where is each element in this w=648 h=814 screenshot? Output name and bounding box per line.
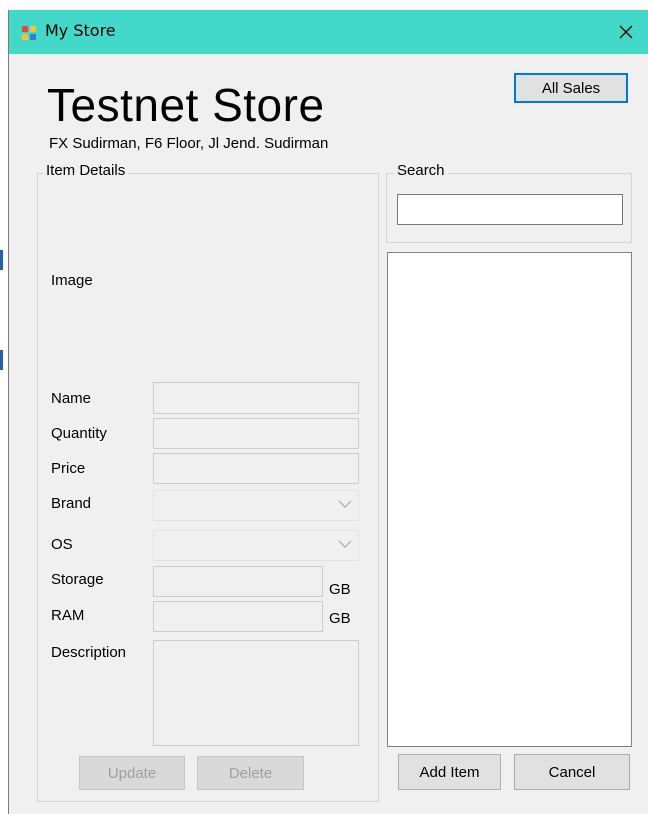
quantity-field[interactable] <box>153 418 359 449</box>
description-field[interactable] <box>153 640 359 746</box>
window-title: My Store <box>45 21 116 40</box>
price-label: Price <box>51 460 86 477</box>
add-item-button[interactable]: Add Item <box>398 754 501 790</box>
ram-label: RAM <box>51 607 85 624</box>
title-bar: My Store <box>9 10 648 54</box>
description-label: Description <box>51 644 127 661</box>
ram-unit: GB <box>329 610 351 627</box>
brand-label: Brand <box>51 495 92 512</box>
left-edge-marker <box>0 250 3 270</box>
ram-field[interactable] <box>153 601 323 632</box>
store-address: FX Sudirman, F6 Floor, Jl Jend. Sudirman <box>49 135 329 152</box>
cancel-button[interactable]: Cancel <box>514 754 630 790</box>
all-sales-button[interactable]: All Sales <box>514 73 628 103</box>
delete-button[interactable]: Delete <box>197 756 304 790</box>
search-input[interactable] <box>397 194 623 225</box>
chevron-down-icon <box>338 500 352 508</box>
store-name: Testnet Store <box>47 79 325 131</box>
storage-unit: GB <box>329 581 351 598</box>
price-field[interactable] <box>153 453 359 484</box>
app-window-icon <box>22 26 36 40</box>
quantity-label: Quantity <box>51 425 107 442</box>
close-icon <box>619 25 633 39</box>
os-select[interactable] <box>153 530 359 561</box>
app-window: My Store Testnet Store FX Sudirman, F6 F… <box>8 10 648 814</box>
items-listbox[interactable] <box>387 252 632 747</box>
name-label: Name <box>51 390 92 407</box>
brand-select[interactable] <box>153 490 359 521</box>
left-edge-marker <box>0 350 3 370</box>
update-button[interactable]: Update <box>79 756 185 790</box>
os-label: OS <box>51 536 73 553</box>
chevron-down-icon <box>338 540 352 548</box>
name-field[interactable] <box>153 382 359 414</box>
close-button[interactable] <box>603 10 648 54</box>
storage-label: Storage <box>51 571 104 588</box>
item-details-label: Item Details <box>43 162 129 179</box>
search-label: Search <box>394 162 448 179</box>
storage-field[interactable] <box>153 566 323 597</box>
image-label: Image <box>51 272 93 289</box>
